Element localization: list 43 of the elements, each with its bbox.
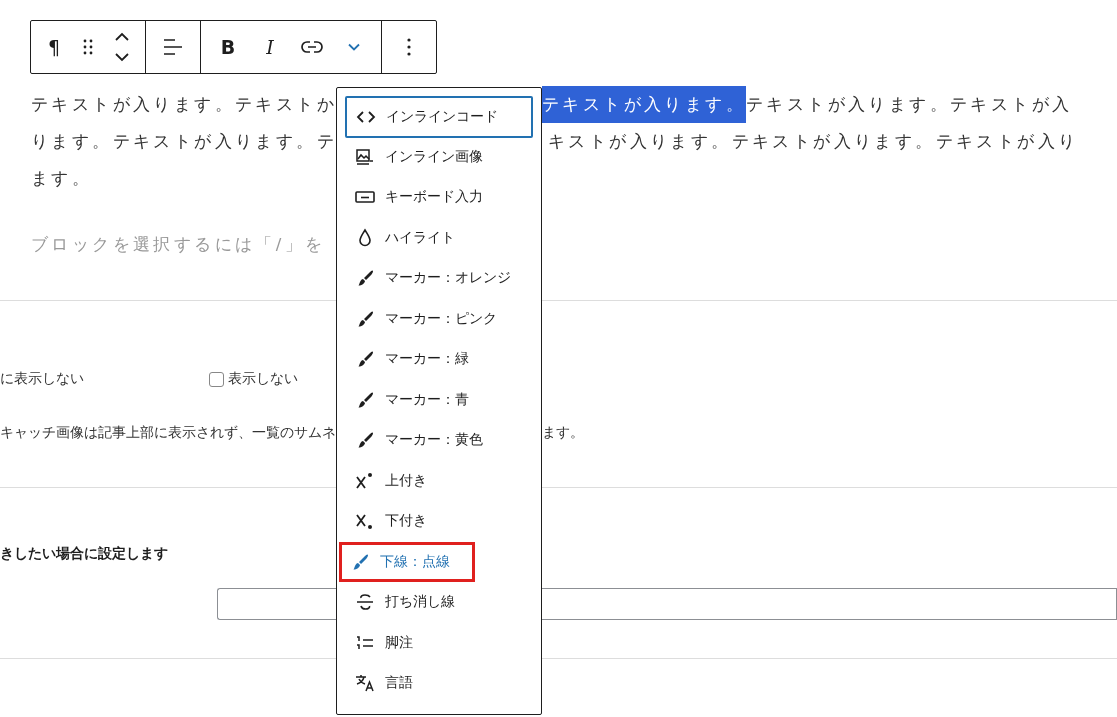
bold-button[interactable]: B [207,27,249,67]
menu-item[interactable]: インラインコード [345,96,533,138]
paragraph-text: ます。 [30,168,94,190]
selected-text: テキストが入ります。 [542,86,746,123]
menu-item[interactable]: 上付き [345,460,437,501]
menu-item[interactable]: 下線：点線 [339,541,475,582]
menu-item[interactable]: マーカー：青 [345,379,479,420]
brush-icon [355,430,375,451]
paragraph-text: テキストが入ります。テキストか [30,94,336,116]
brush-icon [355,268,375,289]
text-input[interactable] [542,588,1117,620]
menu-item[interactable]: 言語 [345,663,423,704]
image-icon [355,146,375,167]
menu-item[interactable]: マーカー：オレンジ [345,258,521,299]
paragraph-text: キストが入ります。テキストが入ります。テキストが入り [547,131,1080,153]
superscript-icon [355,470,375,491]
menu-item[interactable]: マーカー：ピンク [345,298,507,339]
section-label: きしたい場合に設定します [0,545,168,563]
italic-button[interactable]: I [249,27,291,67]
brush-icon [350,551,370,572]
brush-icon [355,349,375,370]
translate-icon [355,673,375,694]
paragraph-text: ります。テキストが入ります。テ [30,131,336,153]
menu-item[interactable]: キーボード入力 [345,177,493,218]
setting-label: に表示しない [0,370,84,388]
checkbox-label: 表示しない [228,370,298,388]
text-input[interactable] [217,588,336,620]
menu-item[interactable]: 打ち消し線 [345,582,465,623]
menu-item[interactable]: マーカー：緑 [345,339,479,380]
menu-item[interactable]: マーカー：黄色 [345,420,493,461]
menu-item[interactable]: インライン画像 [345,136,493,177]
brush-icon [355,389,375,410]
checkbox[interactable] [209,371,224,387]
menu-item[interactable]: 脚注 [345,622,423,663]
menu-item[interactable]: 下付き [345,501,437,542]
block-hint-text: ブロックを選択するには「/」を [30,234,327,256]
paragraph-text: テキストが入ります。テキストが入 [746,94,1073,116]
menu-item[interactable]: ハイライト [345,217,465,258]
strikethrough-icon [355,592,375,613]
note-text: キャッチ画像は記事上部に表示されず、一覧のサムネ [0,424,336,442]
note-text: ます。 [542,424,584,442]
brush-icon [355,308,375,329]
paragraph-button[interactable]: ¶ [37,27,71,67]
